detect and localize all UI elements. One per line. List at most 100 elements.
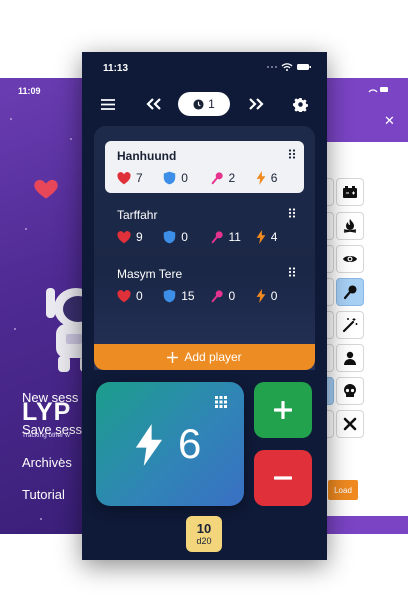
stat-health-value: 9 <box>136 230 143 244</box>
lightning-icon <box>135 424 163 466</box>
dice-roll-button[interactable]: 10 d20 <box>186 516 222 552</box>
heart-icon <box>117 289 131 302</box>
shield-icon <box>164 289 176 303</box>
heart-icon <box>117 230 131 243</box>
stat-torch-value: 11 <box>228 230 241 244</box>
stat-torch-value: 2 <box>228 171 236 185</box>
stat-shield-value: 0 <box>181 171 188 185</box>
shield-icon <box>164 230 176 244</box>
add-player-button[interactable]: Add player <box>94 344 315 370</box>
player-stats: 0 15 0 0 <box>117 289 302 303</box>
stat-shield[interactable]: 0 <box>163 171 209 185</box>
selected-stat-value: 6 <box>178 420 202 467</box>
settings-button[interactable] <box>290 94 310 114</box>
hamburger-icon <box>101 98 115 110</box>
stat-energy-value: 0 <box>270 289 278 303</box>
lightning-icon <box>256 289 266 303</box>
status-time: 11:13 <box>103 63 129 74</box>
stat-shield[interactable]: 15 <box>163 289 209 303</box>
clock-icon <box>193 98 204 110</box>
player-card[interactable]: Tarffahr 9 0 11 4 <box>105 200 304 252</box>
stat-torch[interactable]: 0 <box>210 289 256 303</box>
gear-icon <box>292 97 308 112</box>
campfire-icon-option[interactable] <box>336 212 364 240</box>
stat-torch[interactable]: 11 <box>210 230 256 244</box>
stat-health[interactable]: 9 <box>117 230 163 244</box>
magic-wand-icon <box>342 318 358 333</box>
status-time: 11:09 <box>18 86 41 96</box>
grid-icon[interactable] <box>215 396 227 408</box>
double-chevron-right-icon <box>249 98 264 110</box>
status-icons <box>368 86 390 96</box>
increment-button[interactable] <box>254 382 312 438</box>
torch-icon <box>211 290 223 303</box>
stat-health-value: 0 <box>136 289 143 303</box>
campfire-icon <box>343 219 357 233</box>
next-round-button[interactable] <box>244 94 268 114</box>
dice-type: d20 <box>196 536 212 546</box>
players-panel: Hanhuund 7 0 2 6 Tarffahr 9 0 11 4 Masym… <box>94 126 315 370</box>
close-icon-option[interactable] <box>336 410 364 438</box>
decrement-button[interactable] <box>254 450 312 506</box>
plus-icon <box>167 351 179 363</box>
menu-archives[interactable]: Archives <box>22 455 72 470</box>
stat-shield-value: 0 <box>181 230 188 244</box>
stat-energy-value: 6 <box>270 171 278 185</box>
player-name: Hanhuund <box>117 149 177 163</box>
stat-torch[interactable]: 2 <box>210 171 256 185</box>
double-chevron-left-icon <box>146 98 161 110</box>
skull-icon-option[interactable] <box>336 377 364 405</box>
torch-icon <box>211 231 223 244</box>
drag-handle-icon[interactable] <box>288 267 296 277</box>
eye-icon <box>343 256 357 262</box>
stat-health-value: 7 <box>136 171 143 185</box>
session-screen-phone: 11:13 1 Hanhuund 7 0 2 6 Tarffahr 9 0 11… <box>82 52 327 560</box>
eye-icon-option[interactable] <box>336 245 364 273</box>
round-number: 1 <box>208 97 215 111</box>
magic-wand-icon-option[interactable] <box>336 311 364 339</box>
previous-round-button[interactable] <box>142 94 166 114</box>
stat-health[interactable]: 7 <box>117 171 163 185</box>
screenshot-collage: 11:09 LYP Tracking other w New sess Save… <box>0 0 408 612</box>
shield-icon <box>164 171 176 185</box>
torch-icon <box>211 172 223 185</box>
load-button[interactable]: Load <box>328 480 358 500</box>
dice-value: 10 <box>196 521 212 536</box>
lightning-icon <box>256 171 266 185</box>
stat-health[interactable]: 0 <box>117 289 163 303</box>
battery-icon <box>343 186 357 198</box>
player-card[interactable]: Masym Tere 0 15 0 0 <box>105 259 304 311</box>
selected-stat-card[interactable]: 6 <box>96 382 244 506</box>
player-name: Tarffahr <box>117 208 158 222</box>
battery-icon-option[interactable] <box>336 178 364 206</box>
stat-torch-value: 0 <box>228 289 236 303</box>
drag-handle-icon[interactable] <box>288 149 296 159</box>
stat-shield[interactable]: 0 <box>163 230 209 244</box>
user-icon-option[interactable] <box>336 344 364 372</box>
player-stats: 7 0 2 6 <box>117 171 302 185</box>
lightning-icon <box>256 230 266 244</box>
player-name: Masym Tere <box>117 267 183 281</box>
menu-new-session[interactable]: New sess <box>22 390 78 405</box>
heart-icon <box>117 171 131 184</box>
player-stats: 9 0 11 4 <box>117 230 302 244</box>
close-button[interactable]: ✕ <box>384 113 395 129</box>
torch-icon-option[interactable] <box>336 278 364 306</box>
wifi-battery-icon <box>267 63 311 71</box>
torch-icon <box>343 285 357 300</box>
drag-handle-icon[interactable] <box>288 208 296 218</box>
stat-energy[interactable]: 6 <box>256 171 302 185</box>
add-player-label: Add player <box>184 350 242 364</box>
round-timer-pill[interactable]: 1 <box>178 92 230 116</box>
hamburger-menu-button[interactable] <box>98 94 118 114</box>
signal-battery-icon <box>368 87 388 93</box>
menu-save-session[interactable]: Save sess <box>22 422 82 437</box>
menu-tutorial[interactable]: Tutorial <box>22 487 65 502</box>
stat-energy[interactable]: 4 <box>256 230 302 244</box>
minus-icon <box>274 476 292 480</box>
player-card[interactable]: Hanhuund 7 0 2 6 <box>105 141 304 193</box>
heart-logo-icon <box>34 179 58 199</box>
stat-energy[interactable]: 0 <box>256 289 302 303</box>
stat-energy-value: 4 <box>270 230 278 244</box>
plus-icon <box>274 401 292 419</box>
